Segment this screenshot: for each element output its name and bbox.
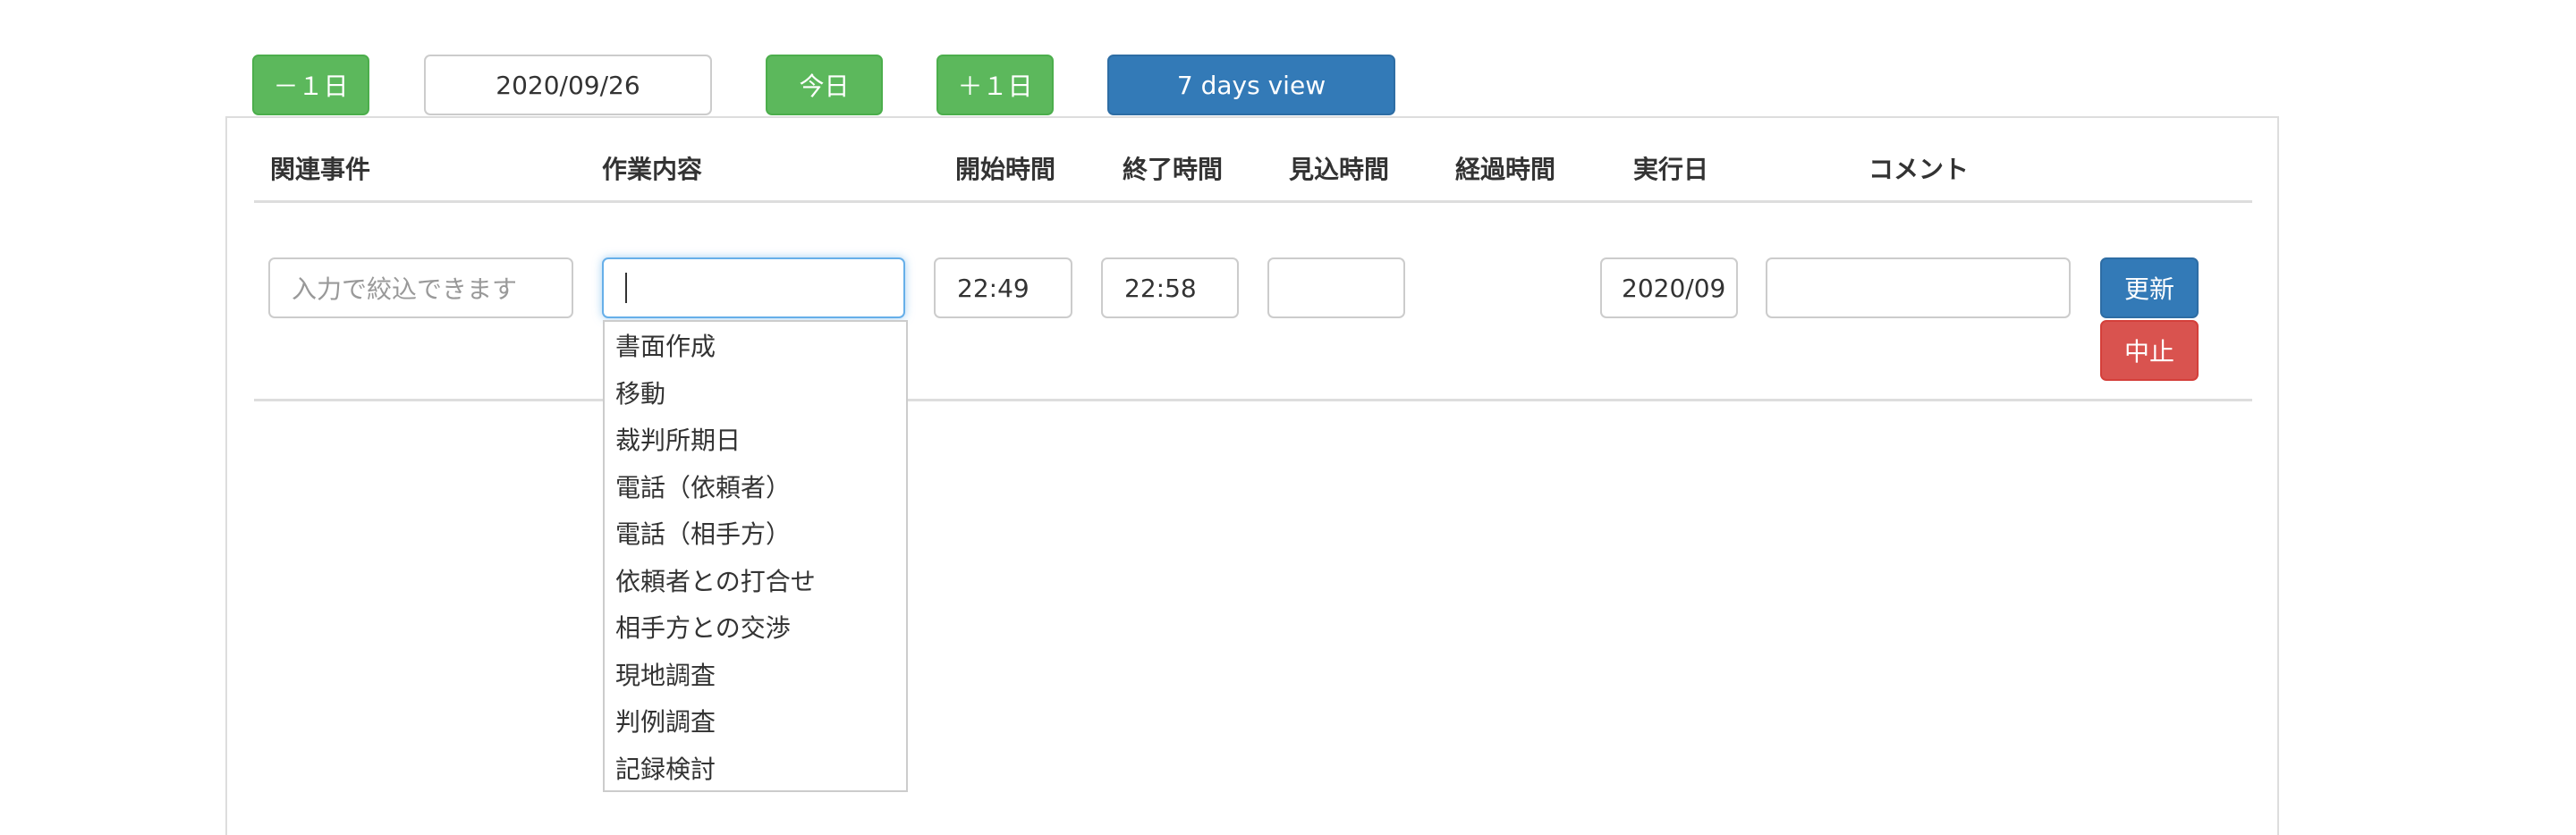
task-panel: [225, 116, 2279, 835]
row-divider: [254, 399, 2252, 401]
estimated-time-input[interactable]: [1267, 257, 1405, 318]
prev-day-button[interactable]: －１日: [252, 55, 369, 115]
start-time-input[interactable]: 22:49: [934, 257, 1072, 318]
header-estimated-time: 見込時間: [1289, 155, 1390, 184]
task-option[interactable]: 記録検討: [605, 745, 906, 792]
task-option[interactable]: 電話（相手方）: [605, 510, 906, 557]
header-end-time: 終了時間: [1123, 155, 1224, 184]
task-option[interactable]: 現地調査: [605, 651, 906, 698]
exec-date-input[interactable]: 2020/09: [1600, 257, 1738, 318]
end-time-input[interactable]: 22:58: [1101, 257, 1239, 318]
case-filter-placeholder: 入力で絞込できます: [292, 274, 518, 304]
header-task: 作業内容: [602, 155, 703, 184]
end-time-value: 22:58: [1124, 273, 1197, 303]
next-day-button[interactable]: ＋１日: [936, 55, 1054, 115]
task-option[interactable]: 依頼者との打合せ: [605, 557, 906, 604]
task-autocomplete-dropdown: 書面作成 移動 裁判所期日 電話（依頼者） 電話（相手方） 依頼者との打合せ 相…: [603, 320, 908, 792]
task-option[interactable]: 相手方との交渉: [605, 603, 906, 651]
update-button[interactable]: 更新: [2100, 257, 2199, 318]
task-option[interactable]: 裁判所期日: [605, 416, 906, 463]
header-start-time: 開始時間: [955, 155, 1056, 184]
header-elapsed-time: 経過時間: [1455, 155, 1556, 184]
header-divider: [254, 200, 2252, 203]
task-option[interactable]: 書面作成: [605, 322, 906, 369]
today-button[interactable]: 今日: [766, 55, 883, 115]
exec-date-value: 2020/09: [1622, 273, 1726, 303]
case-filter-input[interactable]: 入力で絞込できます: [268, 257, 573, 318]
comment-input[interactable]: [1766, 257, 2071, 318]
cancel-button[interactable]: 中止: [2100, 320, 2199, 381]
seven-days-view-button[interactable]: 7 days view: [1107, 55, 1395, 115]
start-time-value: 22:49: [957, 273, 1030, 303]
text-caret: [625, 273, 627, 303]
header-case: 関連事件: [270, 155, 371, 184]
header-comment: コメント: [1868, 155, 1970, 184]
header-exec-date: 実行日: [1633, 155, 1709, 184]
task-option[interactable]: 判例調査: [605, 697, 906, 745]
task-input[interactable]: [602, 257, 905, 318]
task-option[interactable]: 電話（依頼者）: [605, 463, 906, 510]
date-input[interactable]: 2020/09/26: [424, 55, 712, 115]
task-option[interactable]: 移動: [605, 369, 906, 417]
